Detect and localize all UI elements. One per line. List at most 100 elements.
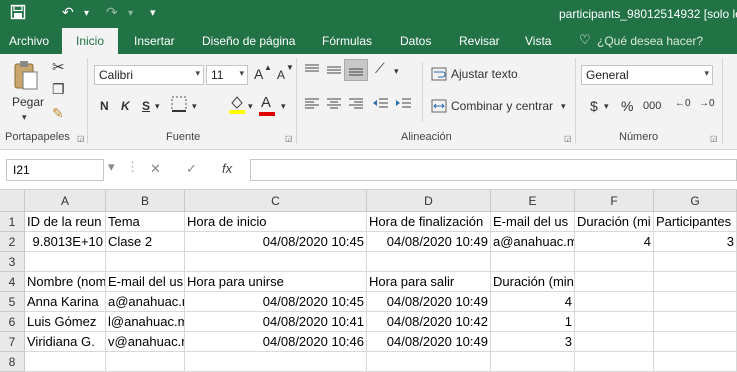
- number-launcher-icon[interactable]: ◲: [710, 134, 718, 143]
- cell-e1[interactable]: E-mail del us: [491, 212, 575, 232]
- cell-g7[interactable]: [654, 332, 737, 352]
- align-bottom-icon[interactable]: [344, 59, 368, 81]
- tab-diseno-pagina[interactable]: Diseño de página: [202, 34, 295, 48]
- wrap-text-icon[interactable]: [431, 67, 447, 84]
- column-header-g[interactable]: G: [654, 190, 737, 212]
- tell-me-box[interactable]: ¿Qué desea hacer?: [597, 34, 703, 48]
- percent-button[interactable]: %: [621, 98, 633, 114]
- cell-b1[interactable]: Tema: [106, 212, 185, 232]
- cell-a2[interactable]: 9.8013E+10: [25, 232, 106, 252]
- merge-dropdown-icon[interactable]: ▾: [561, 101, 566, 112]
- cell-c8[interactable]: [185, 352, 367, 372]
- cell-g2[interactable]: 3: [654, 232, 737, 252]
- row-header-1[interactable]: 1: [0, 212, 25, 232]
- thousands-button[interactable]: 000: [643, 100, 661, 112]
- currency-dropdown-icon[interactable]: ▾: [604, 101, 609, 112]
- row-header-8[interactable]: 8: [0, 352, 25, 372]
- grow-font-button[interactable]: A: [254, 66, 263, 82]
- cell-a6[interactable]: Luis Gómez: [25, 312, 106, 332]
- underline-button[interactable]: S: [142, 99, 150, 113]
- row-header-2[interactable]: 2: [0, 232, 25, 252]
- column-header-e[interactable]: E: [491, 190, 575, 212]
- cell-b2[interactable]: Clase 2: [106, 232, 185, 252]
- cell-d7[interactable]: 04/08/2020 10:49: [367, 332, 491, 352]
- cell-b5[interactable]: a@anahuac.m: [106, 292, 185, 312]
- cell-f5[interactable]: [575, 292, 654, 312]
- cell-e2[interactable]: a@anahuac.m: [491, 232, 575, 252]
- align-center-icon[interactable]: [325, 97, 343, 114]
- paste-icon[interactable]: [12, 60, 40, 95]
- save-icon[interactable]: [10, 4, 26, 23]
- bold-button[interactable]: N: [100, 99, 109, 113]
- decrease-decimal-icon[interactable]: →0: [699, 98, 715, 109]
- row-header-5[interactable]: 5: [0, 292, 25, 312]
- row-header-4[interactable]: 4: [0, 272, 25, 292]
- name-box-dropdown-icon[interactable]: ▾: [108, 159, 115, 175]
- cut-icon[interactable]: ✂: [52, 58, 65, 76]
- orientation-icon[interactable]: ⟋: [375, 60, 385, 77]
- column-header-d[interactable]: D: [367, 190, 491, 212]
- cell-a7[interactable]: Viridiana G.: [25, 332, 106, 352]
- cell-e4[interactable]: Duración (minutos): [491, 272, 575, 292]
- cell-g4[interactable]: [654, 272, 737, 292]
- merge-center-button[interactable]: Combinar y centrar: [451, 99, 553, 113]
- increase-decimal-icon[interactable]: ←0: [675, 98, 691, 109]
- cell-d6[interactable]: 04/08/2020 10:42: [367, 312, 491, 332]
- cell-c3[interactable]: [185, 252, 367, 272]
- cell-e5[interactable]: 4: [491, 292, 575, 312]
- tab-revisar[interactable]: Revisar: [459, 34, 500, 48]
- format-painter-icon[interactable]: ✎: [52, 105, 64, 122]
- cell-a8[interactable]: [25, 352, 106, 372]
- decrease-indent-icon[interactable]: [372, 97, 390, 114]
- tab-archivo[interactable]: Archivo: [9, 34, 49, 48]
- align-right-icon[interactable]: [347, 97, 365, 114]
- cell-c4[interactable]: Hora para unirse: [185, 272, 367, 292]
- cell-c6[interactable]: 04/08/2020 10:41: [185, 312, 367, 332]
- undo-icon[interactable]: ↶: [62, 4, 74, 21]
- copy-icon[interactable]: ❐: [52, 81, 65, 98]
- wrap-text-button[interactable]: Ajustar texto: [451, 67, 518, 81]
- paste-button-label[interactable]: Pegar: [12, 95, 44, 109]
- paste-dropdown-icon[interactable]: ▾: [22, 112, 27, 123]
- insert-function-icon[interactable]: fx: [222, 161, 232, 176]
- column-header-c[interactable]: C: [185, 190, 367, 212]
- align-middle-icon[interactable]: [325, 63, 343, 80]
- increase-indent-icon[interactable]: [395, 97, 413, 114]
- cell-g1[interactable]: Participantes: [654, 212, 737, 232]
- cell-e6[interactable]: 1: [491, 312, 575, 332]
- font-launcher-icon[interactable]: ◲: [285, 134, 293, 143]
- cell-b8[interactable]: [106, 352, 185, 372]
- italic-button[interactable]: K: [121, 99, 130, 113]
- fill-color-icon[interactable]: [228, 94, 246, 117]
- cell-a5[interactable]: Anna Karina: [25, 292, 106, 312]
- customize-quick-access-icon[interactable]: ▾: [150, 6, 156, 19]
- cell-d8[interactable]: [367, 352, 491, 372]
- cell-g6[interactable]: [654, 312, 737, 332]
- select-all-corner[interactable]: [0, 190, 25, 212]
- cell-g8[interactable]: [654, 352, 737, 372]
- cell-b7[interactable]: v@anahuac.m: [106, 332, 185, 352]
- font-color-dropdown-icon[interactable]: ▾: [281, 101, 286, 112]
- tab-vista[interactable]: Vista: [525, 34, 551, 48]
- cell-b4[interactable]: E-mail del us: [106, 272, 185, 292]
- cell-a1[interactable]: ID de la reun: [25, 212, 106, 232]
- row-header-6[interactable]: 6: [0, 312, 25, 332]
- cell-e7[interactable]: 3: [491, 332, 575, 352]
- cell-d4[interactable]: Hora para salir: [367, 272, 491, 292]
- merge-center-icon[interactable]: [431, 99, 447, 116]
- cell-f6[interactable]: [575, 312, 654, 332]
- cell-a4[interactable]: Nombre (nom: [25, 272, 106, 292]
- shrink-font-button[interactable]: A: [277, 68, 285, 82]
- column-header-a[interactable]: A: [25, 190, 106, 212]
- row-header-7[interactable]: 7: [0, 332, 25, 352]
- borders-icon[interactable]: [170, 95, 188, 116]
- cell-e8[interactable]: [491, 352, 575, 372]
- cell-d5[interactable]: 04/08/2020 10:49: [367, 292, 491, 312]
- cell-f4[interactable]: [575, 272, 654, 292]
- alignment-launcher-icon[interactable]: ◲: [564, 134, 572, 143]
- align-left-icon[interactable]: [303, 97, 321, 114]
- underline-dropdown-icon[interactable]: ▾: [155, 101, 160, 112]
- cell-c2[interactable]: 04/08/2020 10:45: [185, 232, 367, 252]
- orientation-dropdown-icon[interactable]: ▾: [394, 66, 399, 77]
- cancel-icon[interactable]: ✕: [150, 161, 161, 177]
